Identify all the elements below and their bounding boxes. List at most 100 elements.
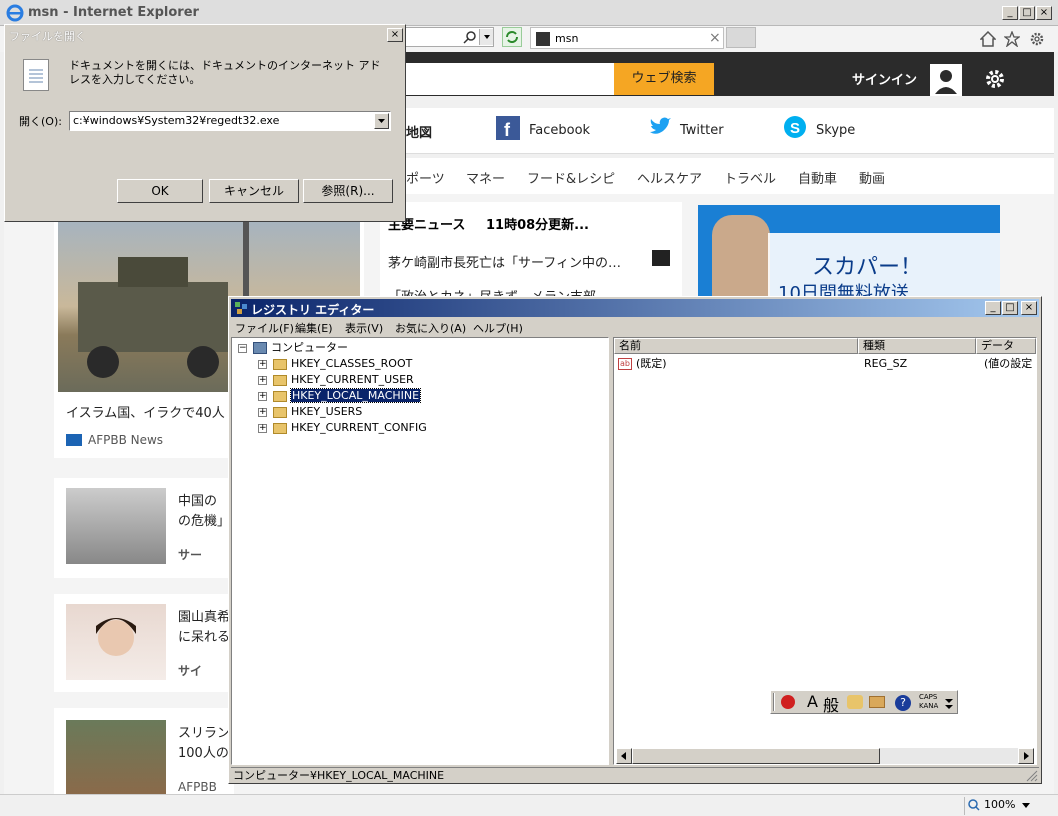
link-skype[interactable]: Skype [816, 123, 855, 138]
side-story-title[interactable]: に呆れる [178, 626, 230, 645]
cancel-button[interactable]: キャンセル [209, 179, 299, 203]
refresh-icon[interactable] [502, 27, 522, 47]
address-dropdown-arrow[interactable] [479, 29, 493, 45]
folder-icon [273, 374, 287, 386]
link-facebook[interactable]: Facebook [529, 123, 590, 138]
open-path-value[interactable]: c:¥windows¥System32¥regedt32.exe [73, 114, 279, 127]
regedit-minimize-button[interactable]: _ [985, 301, 1001, 315]
side-story-card[interactable]: スリラン 100人の AFPBB News [54, 708, 234, 808]
ime-input-mode[interactable]: A [807, 692, 818, 711]
value-row-name[interactable]: (既定) [636, 356, 667, 372]
tree-node-hklm[interactable]: + HKEY_LOCAL_MACHINE [258, 388, 422, 404]
ime-dictionary-mode[interactable]: 般 [823, 692, 839, 716]
side-story-source[interactable]: サイ [178, 662, 202, 679]
menu-help[interactable]: ヘルプ(H) [473, 320, 523, 336]
side-story-card[interactable]: 中国の の危機」 サー [54, 478, 234, 578]
tree-node-hkcr[interactable]: + HKEY_CLASSES_ROOT [258, 356, 412, 372]
tools-gear-icon[interactable] [1029, 31, 1045, 47]
twitter-icon[interactable] [648, 116, 672, 138]
side-story-source[interactable]: サー [178, 546, 202, 563]
side-story-title[interactable]: 中国の [178, 490, 217, 509]
msn-search-input[interactable] [400, 63, 614, 95]
regedit-maximize-button[interactable]: □ [1002, 301, 1018, 315]
zoom-level[interactable]: 100% [984, 798, 1015, 811]
link-twitter[interactable]: Twitter [680, 123, 724, 138]
ime-language-bar[interactable]: A 般 ? CAPS KANA [770, 690, 958, 716]
scroll-thumb[interactable] [632, 748, 880, 764]
ime-pad-icon[interactable] [847, 695, 863, 709]
nav-health[interactable]: ヘルスケア [637, 168, 702, 187]
nav-travel[interactable]: トラベル [724, 168, 776, 187]
zoom-icon[interactable] [968, 799, 980, 811]
ok-button[interactable]: OK [117, 179, 203, 203]
main-story-caption[interactable]: イスラム国、イラクで40人 [66, 402, 225, 421]
regedit-close-button[interactable]: × [1021, 301, 1037, 315]
ie-logo-icon [6, 4, 24, 22]
value-row-type[interactable]: REG_SZ [864, 356, 907, 372]
tree-node-hkcu[interactable]: + HKEY_CURRENT_USER [258, 372, 414, 388]
column-header-data[interactable]: データ [976, 338, 1036, 354]
svg-text:S: S [790, 120, 800, 137]
side-story-title[interactable]: 園山真希 [178, 606, 230, 625]
tree-node-hku[interactable]: + HKEY_USERS [258, 404, 362, 420]
link-map[interactable]: 地図 [406, 122, 432, 141]
nav-sports[interactable]: ポーツ [406, 168, 445, 187]
web-search-button[interactable]: ウェブ検索 [614, 63, 714, 95]
side-story-image[interactable] [66, 720, 166, 794]
nav-food[interactable]: フード&レシピ [527, 168, 615, 187]
nav-autos[interactable]: 自動車 [798, 168, 837, 187]
news-headline[interactable]: 茅ケ崎副市長死亡は「サーフィン中の… [388, 252, 621, 271]
scroll-left-arrow[interactable] [616, 748, 632, 764]
address-bar[interactable] [400, 27, 494, 47]
minimize-button[interactable]: _ [1002, 6, 1018, 20]
tree-node-hkcc[interactable]: + HKEY_CURRENT_CONFIG [258, 420, 427, 436]
search-icon[interactable] [463, 30, 477, 44]
ime-grip[interactable] [773, 693, 775, 711]
side-story-image[interactable] [66, 488, 166, 564]
menu-favorites[interactable]: お気に入り(A) [395, 320, 466, 336]
facebook-icon[interactable]: f [496, 116, 520, 140]
ime-help-icon[interactable]: ? [895, 695, 911, 711]
zoom-dropdown-arrow[interactable] [1022, 803, 1030, 809]
ad-banner[interactable]: スカパー！ 10日間無料放送 [698, 205, 1000, 297]
tab-close-icon[interactable]: × [709, 30, 721, 46]
skype-icon[interactable]: S [784, 116, 806, 138]
horizontal-scrollbar[interactable] [616, 748, 1034, 764]
ime-red-icon[interactable] [781, 695, 795, 709]
menu-edit[interactable]: 編集(E) [295, 320, 333, 336]
signin-link[interactable]: サインイン [852, 69, 917, 88]
column-header-name[interactable]: 名前 [614, 338, 858, 354]
main-story-source[interactable]: AFPBB News [88, 433, 163, 447]
nav-video[interactable]: 動画 [859, 168, 885, 187]
browse-button[interactable]: 参照(R)... [303, 179, 393, 203]
regedit-titlebar: レジストリ エディター _ □ × [231, 299, 1039, 317]
resize-grip-icon[interactable] [1024, 768, 1038, 782]
avatar-icon[interactable] [930, 64, 962, 96]
ime-options-arrow[interactable] [945, 697, 953, 709]
dialog-titlebar: ファイルを開く × [5, 25, 405, 45]
menu-view[interactable]: 表示(V) [345, 320, 383, 336]
maximize-button[interactable]: □ [1019, 6, 1035, 20]
side-story-title[interactable]: 100人の [178, 742, 229, 761]
column-header-type[interactable]: 種類 [858, 338, 976, 354]
open-path-combobox[interactable]: c:¥windows¥System32¥regedt32.exe [69, 111, 391, 131]
settings-gear-icon[interactable] [984, 68, 1006, 90]
menu-file[interactable]: ファイル(F) [235, 320, 294, 336]
nav-money[interactable]: マネー [466, 168, 505, 187]
folder-icon [273, 406, 287, 418]
scroll-right-arrow[interactable] [1018, 748, 1034, 764]
value-row-data[interactable]: (値の設定 [984, 356, 1032, 372]
home-icon[interactable] [980, 31, 996, 47]
dialog-close-button[interactable]: × [387, 28, 403, 42]
side-story-title[interactable]: スリラン [178, 722, 230, 741]
combo-dropdown-arrow[interactable] [374, 113, 389, 129]
tree-node-computer[interactable]: − コンピューター [238, 340, 348, 356]
close-button[interactable]: × [1036, 6, 1052, 20]
favorites-star-icon[interactable] [1004, 31, 1020, 47]
new-tab-button[interactable] [726, 27, 756, 48]
side-story-image[interactable] [66, 604, 166, 680]
side-story-title[interactable]: の危機」 [178, 510, 230, 529]
ime-tool-icon[interactable] [869, 696, 885, 708]
side-story-card[interactable]: 園山真希 に呆れる サイ [54, 594, 234, 692]
tab-msn[interactable]: msn × [530, 27, 724, 49]
